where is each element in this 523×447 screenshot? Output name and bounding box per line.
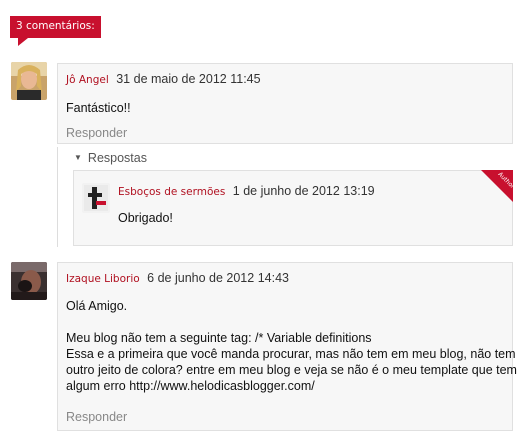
reply-body: Obrigado! [118,211,173,225]
reply-header: Esboços de sermões 1 de junho de 2012 13… [118,184,375,198]
reply-timestamp-link[interactable]: 1 de junho de 2012 13:19 [233,184,375,198]
reply-link[interactable]: Responder [66,126,127,140]
comment-line: Olá Amigo. [66,299,128,313]
comment-timestamp-link[interactable]: 6 de junho de 2012 14:43 [147,271,289,285]
comment-line: Meu blog não tem a seguinte tag: /* Vari… [66,331,372,345]
comment-body: Olá Amigo. Meu blog não tem a seguinte t… [66,298,517,394]
comment-author-link[interactable]: Izaque Liborio [66,273,140,285]
comment-card: Jô Angel 31 de maio de 2012 11:45 Fantás… [57,63,513,144]
comment-body: Fantástico!! [66,101,131,115]
comment-author-link[interactable]: Jô Angel [66,74,109,86]
avatar[interactable] [11,62,47,100]
reply-author-link[interactable]: Esboços de sermões [118,186,225,198]
comments-count-tab: 3 comentários: [10,16,101,46]
reply-content: Esboços de sermões 1 de junho de 2012 13… [81,182,513,244]
caret-down-icon: ▼ [74,153,82,162]
avatar[interactable] [11,262,47,300]
thread-divider [57,147,58,247]
comment-timestamp-link[interactable]: 31 de maio de 2012 11:45 [116,72,260,86]
comment-header: Jô Angel 31 de maio de 2012 11:45 [66,72,261,86]
comment-card: Izaque Liborio 6 de junho de 2012 14:43 … [57,262,517,431]
comments-section: 3 comentários: Jô Angel 31 de maio de 20… [0,0,523,447]
comment-line[interactable]: algum erro http://www.helodicasblogger.c… [66,378,510,394]
comment-line [66,314,510,330]
comment-header: Izaque Liborio 6 de junho de 2012 14:43 [66,271,289,285]
comments-count-label: 3 comentários: [16,20,95,32]
comment-line: outro jeito de colora? entre em meu blog… [66,363,517,377]
reply-link[interactable]: Responder [66,410,127,424]
comment-line: Essa e a primeira que você manda procura… [66,347,516,361]
replies-toggle-label: Respostas [87,151,147,165]
replies-toggle[interactable]: ▼ Respostas [74,151,147,165]
